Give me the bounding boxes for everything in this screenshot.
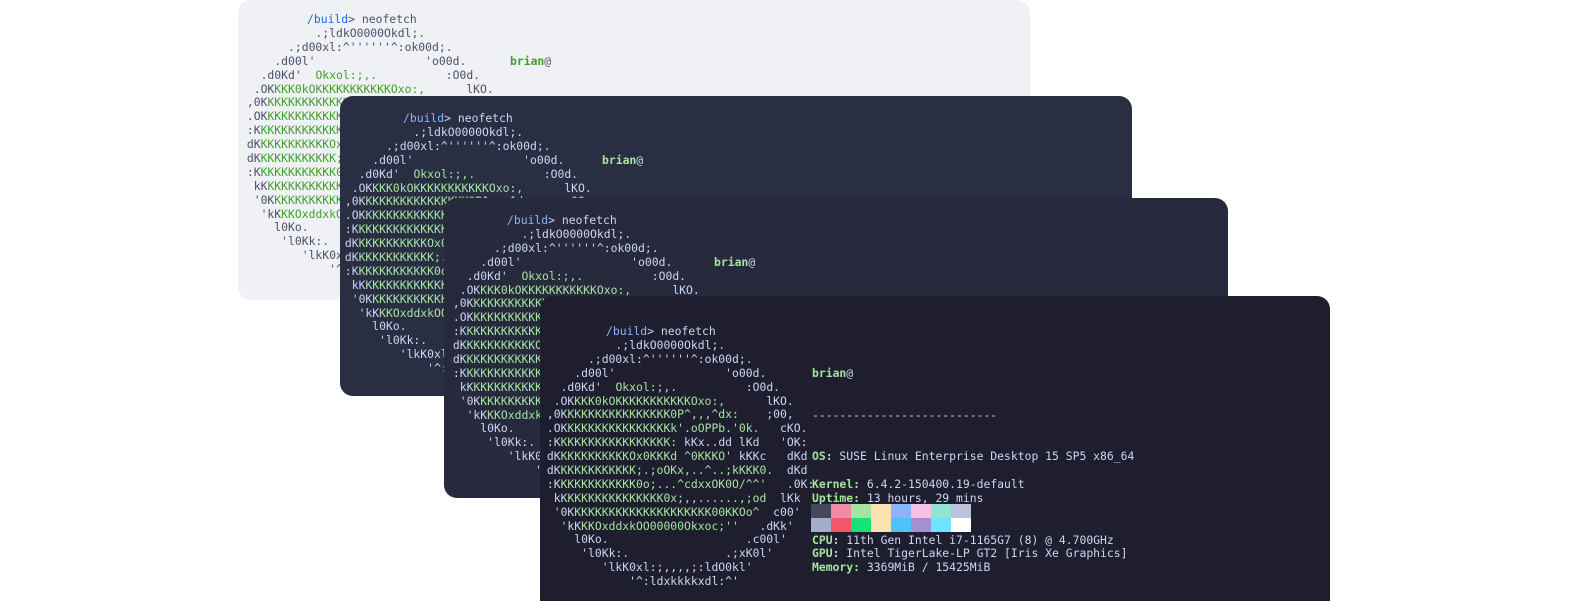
ascii-logo-line: .;d00xl:^''''''^:ok00d;. [340,138,551,153]
user-suffix: @ [748,254,756,269]
ascii-logo-line: .;d00xl:^''''''^:ok00d;. [540,351,753,366]
user-suffix: @ [636,152,644,167]
terminal-window-front[interactable]: /build> neofetch .;ldkO0000Okdl;. .;d00x… [540,296,1330,601]
color-swatch [931,518,951,532]
prompt-command: neofetch [561,213,617,227]
user-suffix: @ [544,53,552,68]
ascii-logo-line: :KKKKKKKKKKKK0o;...^cdxxOK0O/^^' .0K: [540,476,815,491]
prompt-command: neofetch [660,324,716,338]
color-swatch [871,518,891,532]
ascii-logo-line: .d0Kd' Okxol:;,. :O0d. [540,379,781,394]
info-row: CPU: 11th Gen Intel i7-1165G7 (8) @ 4.70… [812,532,1134,548]
ascii-logo-lines: .;ldkO0000Okdl;. .;d00xl:^''''''^:ok00d;… [540,338,815,589]
system-info: brian@ --------------------------- OS: S… [812,339,1134,601]
ascii-logo-line: 'kKKKOxddxkOO00000Okxoc;'' .dKk' [540,518,794,533]
color-swatch [831,504,851,518]
prompt-path: /build [507,213,549,227]
color-swatch [931,504,951,518]
ascii-logo-line: .OKKKK0kOKKKKKKKKKKKOxo:, lKO. [240,81,494,96]
info-value: 3369MiB / 15425MiB [860,560,991,575]
color-swatch [911,504,931,518]
info-key: Uptime: [812,490,861,505]
prompt-path: /build [307,12,349,26]
prompt-line: /build> neofetch [307,12,417,27]
info-row: GPU: Intel TigerLake-LP GT2 [Iris Xe Gra… [812,547,1134,561]
info-row: OS: SUSE Linux Enterprise Desktop 15 SP5… [812,449,1135,464]
info-key: Memory: [812,560,861,575]
color-swatch [891,518,911,532]
prompt-path: /build [403,111,445,125]
ascii-logo-line: .;ldkO0000Okdl;. [340,125,524,139]
ascii-logo-line: dKKKKKKKKKKKOx0KKKd ^0KKKO' kKKc dKd [540,449,808,464]
color-swatch [851,518,871,532]
info-key: OS: [812,449,833,464]
ascii-logo-line: :KKKKKKKKKKKKKKKKK: kKx..dd lKd 'OK: [540,435,808,450]
prompt-char: > [548,213,556,227]
ascii-logo-line: .d0Kd' Okxol:;,. :O0d. [340,166,579,181]
color-swatch [811,518,831,532]
prompt-command: neofetch [457,111,513,125]
ascii-logo-line: .;ldkO0000Okdl;. [540,338,726,352]
prompt-char: > [348,12,356,26]
ascii-logo-line: .OKKKK0kOKKKKKKKKKKKOxo:, lKO. [540,393,794,408]
ascii-logo-line: .;d00xl:^''''''^:ok00d;. [446,240,659,255]
info-value: Intel TigerLake-LP GT2 [Iris Xe Graphics… [839,546,1128,561]
prompt-char: > [444,111,452,125]
info-separator: --------------------------- [812,407,998,422]
ascii-logo-line: .d00l' 'o00d. [340,152,565,167]
info-key: Kernel: [812,477,861,491]
ascii-logo-line: dKKKKKKKKKKKK;.;oOKx,..^..;kKKK0. dKd [540,463,808,478]
prompt-line: /build> neofetch [606,324,716,339]
info-key: GPU: [812,546,840,561]
ascii-logo-line: .d00l' 'o00d. [540,365,767,380]
ascii-logo: .;ldkO0000Okdl;. .;d00xl:^''''''^:ok00d;… [540,338,815,589]
info-value: 13 hours, 29 mins [860,490,984,505]
ascii-logo-line: .;ldkO0000Okdl;. [446,227,632,241]
ascii-logo-line: .OKKKK0kOKKKKKKKKKKKOxo:, lKO. [340,180,592,195]
ascii-logo-line: ,0KKKKKKKKKKKKKKKK0P^,,,^dx: ;00, [540,407,794,422]
info-row [812,464,1134,478]
color-swatch [891,504,911,518]
color-swatch [831,518,851,532]
prompt-line: /build> neofetch [507,213,617,228]
ascii-logo-line: .OKKKKKKKKKKKKKKKKk'.oOPPb.'0k. cKO. [540,421,808,436]
color-swatch [951,518,971,532]
info-key: CPU: [812,532,840,547]
info-value: 6.4.2-150400.19-default [860,477,1025,491]
ascii-logo-line: .;ldkO0000Okdl;. [240,26,426,40]
info-row: Kernel: 6.4.2-150400.19-default [812,477,1134,492]
ascii-logo-line: l0Ko. .c00l' [540,532,787,547]
prompt-char: > [647,324,655,338]
prompt-command: neofetch [361,12,417,26]
color-palette [811,504,971,532]
username: brian [602,152,637,167]
ascii-logo-line: 'l0Kk:. .;xK0l' [540,546,774,561]
prompt-path: /build [606,324,648,338]
ascii-logo-line: 'lkK0xl:;,,,,;:ldO0kl' [540,560,753,575]
username: brian [812,365,847,380]
ascii-logo-line: .d00l' 'o00d. [240,53,467,68]
user-suffix: @ [846,365,854,380]
info-value: SUSE Linux Enterprise Desktop 15 SP5 x86… [832,449,1135,464]
info-row: Memory: 3369MiB / 15425MiB [812,560,1134,575]
ascii-logo-line: .;d00xl:^''''''^:ok00d;. [240,39,453,54]
username: brian [510,53,545,68]
color-swatch [871,504,891,518]
ascii-logo-line: .d00l' 'o00d. [446,254,673,269]
ascii-logo-line: '0KKKKKKKKKKKKKKKKKKKKK00KKOo^ c00' [540,504,801,519]
color-swatch [951,504,971,518]
ascii-logo-line: '^:ldxkkkkxdl:^' [540,574,739,589]
color-swatch [911,518,931,532]
ascii-logo-line: .d0Kd' Okxol:;,. :O0d. [240,67,481,82]
ascii-logo-line: kKKKKKKKKKKKKKKK0x;,,......,;od lKk [540,490,801,505]
prompt-line: /build> neofetch [403,111,513,126]
ascii-logo-line: .d0Kd' Okxol:;,. :O0d. [446,268,687,283]
info-value: 11th Gen Intel i7-1165G7 (8) @ 4.700GHz [839,532,1114,547]
username: brian [714,254,749,269]
color-swatch [851,504,871,518]
color-swatch [811,504,831,518]
